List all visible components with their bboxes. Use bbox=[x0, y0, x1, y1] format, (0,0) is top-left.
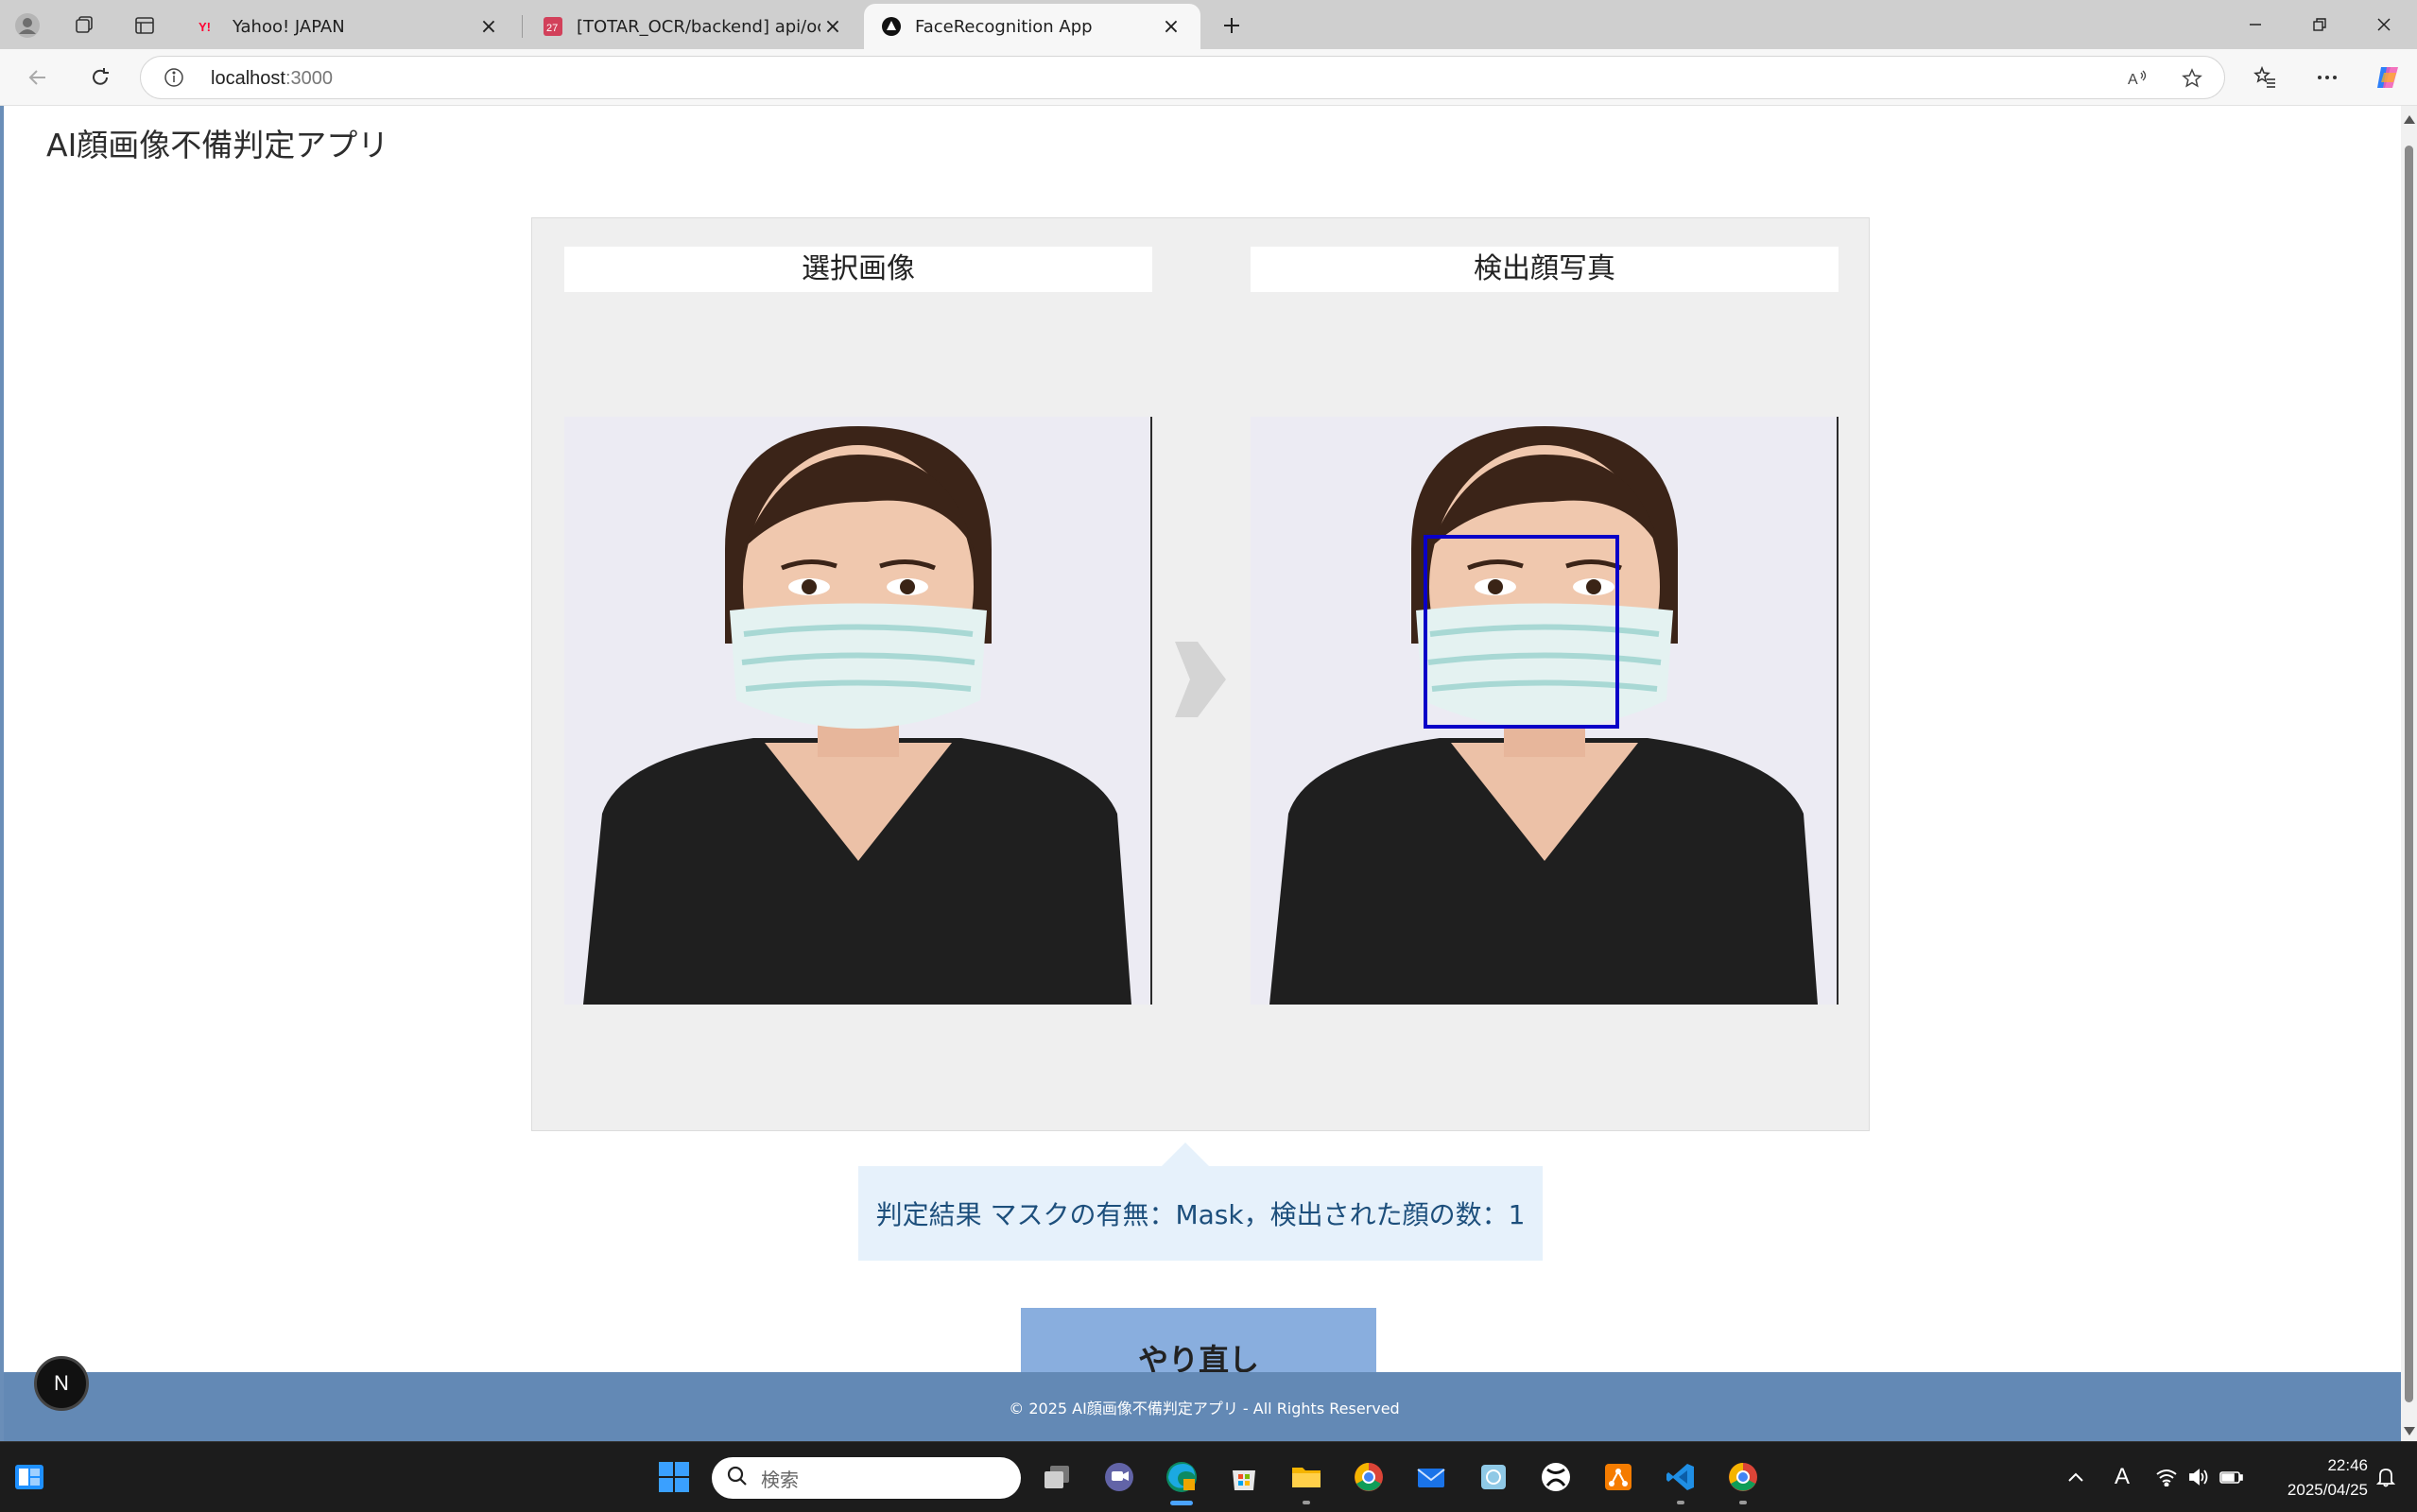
running-indicator bbox=[1677, 1501, 1684, 1504]
chevron-up-icon[interactable] bbox=[2063, 1461, 2088, 1493]
selected-photo bbox=[564, 417, 1152, 1005]
start-icon[interactable] bbox=[652, 1455, 696, 1499]
yahoo-favicon: Y! bbox=[199, 16, 219, 37]
teams-chat-icon[interactable] bbox=[1097, 1455, 1141, 1499]
profile-icon[interactable] bbox=[11, 9, 43, 42]
close-window-icon[interactable] bbox=[2354, 4, 2414, 45]
photo-border bbox=[1837, 417, 1839, 1005]
volume-icon[interactable] bbox=[2185, 1461, 2212, 1493]
svg-text:Y!: Y! bbox=[199, 20, 211, 33]
close-tab-icon[interactable]: × bbox=[820, 14, 845, 39]
mail-icon[interactable] bbox=[1409, 1455, 1453, 1499]
file-explorer-icon[interactable] bbox=[1285, 1455, 1328, 1504]
edge-icon[interactable] bbox=[1160, 1455, 1203, 1505]
url-text: localhost:3000 bbox=[211, 68, 333, 90]
favorites-icon[interactable] bbox=[2246, 59, 2284, 96]
xbox-icon[interactable] bbox=[1534, 1455, 1578, 1499]
tab-yahoo[interactable]: Y! Yahoo! JAPAN × bbox=[181, 4, 518, 49]
app-icon[interactable] bbox=[1472, 1455, 1515, 1499]
face-bounding-box bbox=[1424, 535, 1619, 729]
address-bar[interactable]: localhost:3000 A bbox=[140, 56, 2225, 99]
clock-time: 22:46 bbox=[2327, 1456, 2368, 1474]
footer: © 2025 AI顔画像不備判定アプリ - All Rights Reserve… bbox=[4, 1372, 2401, 1441]
reload-icon[interactable] bbox=[81, 59, 119, 96]
vscode-icon[interactable] bbox=[1659, 1455, 1702, 1504]
tab-separator bbox=[522, 15, 523, 38]
nextjs-dev-badge[interactable]: N bbox=[34, 1356, 89, 1411]
running-indicator bbox=[1739, 1501, 1747, 1504]
search-icon bbox=[727, 1466, 748, 1491]
callout-pointer bbox=[1161, 1143, 1210, 1167]
site-info-icon[interactable] bbox=[164, 67, 184, 92]
result-text: 判定結果 マスクの有無：Mask，検出された顔の数：1 bbox=[858, 1166, 1543, 1261]
detected-photo bbox=[1251, 417, 1839, 1005]
taskbar-search[interactable]: 検索 bbox=[712, 1457, 1021, 1499]
minimize-icon[interactable] bbox=[2225, 4, 2286, 45]
git-client-icon[interactable] bbox=[1597, 1455, 1640, 1499]
tab-title: [TOTAR_OCR/backend] api/ocr.py bbox=[577, 16, 820, 37]
wifi-icon[interactable] bbox=[2153, 1461, 2180, 1493]
arrow-right-icon bbox=[1175, 623, 1226, 740]
photo-border bbox=[1150, 417, 1152, 1005]
tab-title: FaceRecognition App bbox=[915, 16, 1093, 37]
url-port: :3000 bbox=[285, 68, 333, 89]
ime-indicator[interactable]: A bbox=[2106, 1461, 2138, 1493]
comparison-panel: 選択画像 検出顔写真 bbox=[531, 217, 1870, 1131]
running-indicator bbox=[1303, 1501, 1310, 1504]
windows-taskbar: 検索 A 22:46 2025/04/25 bbox=[0, 1441, 2417, 1512]
read-aloud-icon[interactable]: A bbox=[2126, 67, 2149, 94]
scroll-down-icon[interactable] bbox=[2404, 1427, 2415, 1435]
close-tab-icon[interactable]: × bbox=[1159, 14, 1183, 39]
widgets-icon[interactable] bbox=[8, 1455, 51, 1499]
tab-strip: Y! Yahoo! JAPAN × 27 [TOTAR_OCR/backend]… bbox=[0, 0, 2417, 49]
back-icon[interactable] bbox=[19, 59, 57, 96]
system-clock[interactable]: 22:46 2025/04/25 bbox=[2264, 1453, 2368, 1503]
workspaces-icon[interactable] bbox=[68, 9, 100, 42]
chrome-profile-icon[interactable] bbox=[1721, 1455, 1765, 1504]
browser-toolbar: localhost:3000 A bbox=[0, 49, 2417, 106]
tab-title: Yahoo! JAPAN bbox=[233, 16, 345, 37]
more-menu-icon[interactable] bbox=[2308, 59, 2346, 96]
copilot-icon[interactable] bbox=[2369, 59, 2407, 96]
vertical-tabs-icon[interactable] bbox=[129, 9, 161, 42]
nextjs-favicon bbox=[881, 16, 902, 37]
tab-facerecognition[interactable]: FaceRecognition App × bbox=[864, 4, 1200, 49]
tab-gitlab[interactable]: 27 [TOTAR_OCR/backend] api/ocr.py × bbox=[526, 4, 862, 49]
app-title: AI顔画像不備判定アプリ bbox=[46, 127, 389, 163]
svg-text:A: A bbox=[2128, 72, 2138, 88]
page-viewport: AI顔画像不備判定アプリ 選択画像 検出顔写真 判定結果 マスクの有無：Mask… bbox=[0, 106, 2401, 1441]
notification-bell-icon[interactable] bbox=[2373, 1461, 2399, 1493]
close-tab-icon[interactable]: × bbox=[476, 14, 501, 39]
chrome-icon[interactable] bbox=[1347, 1455, 1390, 1499]
battery-icon[interactable] bbox=[2218, 1461, 2246, 1493]
favorite-star-icon[interactable] bbox=[2181, 67, 2203, 94]
selected-image-label: 選択画像 bbox=[564, 247, 1152, 292]
svg-text:27: 27 bbox=[546, 23, 558, 34]
new-tab-icon[interactable] bbox=[1216, 9, 1248, 42]
scrollbar-thumb[interactable] bbox=[2405, 146, 2413, 1402]
gitlab-favicon: 27 bbox=[543, 16, 563, 37]
clock-date: 2025/04/25 bbox=[2287, 1481, 2368, 1499]
task-view-icon[interactable] bbox=[1035, 1455, 1079, 1499]
page-scrollbar[interactable] bbox=[2401, 106, 2417, 1441]
url-host: localhost bbox=[211, 68, 285, 89]
microsoft-store-icon[interactable] bbox=[1222, 1455, 1266, 1499]
scroll-up-icon[interactable] bbox=[2404, 115, 2415, 124]
restore-icon[interactable] bbox=[2289, 4, 2350, 45]
search-placeholder: 検索 bbox=[761, 1468, 799, 1491]
detected-face-label: 検出顔写真 bbox=[1251, 247, 1839, 292]
active-indicator bbox=[1170, 1501, 1193, 1505]
